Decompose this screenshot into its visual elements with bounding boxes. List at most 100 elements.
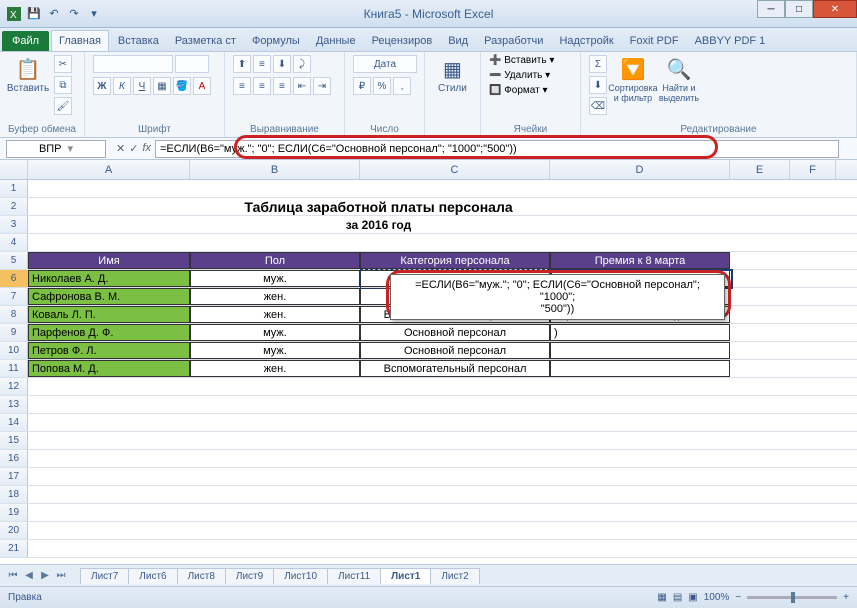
cell[interactable] [550, 432, 730, 449]
cell[interactable] [730, 414, 790, 431]
zoom-in-icon[interactable]: + [843, 592, 849, 603]
ribbon-tab[interactable]: Вставка [111, 31, 166, 51]
cell[interactable] [790, 324, 836, 341]
align-left-icon[interactable]: ≡ [233, 77, 251, 95]
row-header[interactable]: 17 [0, 468, 28, 485]
sheet-tab[interactable]: Лист10 [273, 568, 328, 584]
indent-dec-icon[interactable]: ⇤ [293, 77, 311, 95]
cell[interactable] [730, 288, 790, 305]
sort-filter-button[interactable]: 🔽Сортировка и фильтр [613, 55, 653, 103]
cell[interactable] [28, 522, 190, 539]
zoom-level[interactable]: 100% [704, 592, 730, 603]
cell[interactable] [360, 234, 550, 251]
sheet-tab[interactable]: Лист2 [430, 568, 479, 584]
save-icon[interactable]: 💾 [26, 6, 42, 22]
cells-format[interactable]: 🔲 Формат ▾ [489, 85, 554, 96]
col-header[interactable]: E [730, 160, 790, 179]
cell[interactable] [730, 432, 790, 449]
spreadsheet-grid[interactable]: A B C D E F 12345ИмяПолКатегория персона… [0, 160, 857, 564]
cell[interactable] [550, 342, 730, 359]
ribbon-tab[interactable]: Foxit PDF [623, 31, 686, 51]
cell[interactable] [790, 180, 836, 197]
cell[interactable] [730, 216, 790, 233]
cell[interactable] [28, 396, 190, 413]
ribbon-tab[interactable]: ABBYY PDF 1 [688, 31, 773, 51]
cell[interactable] [550, 378, 730, 395]
table-header[interactable]: Премия к 8 марта [550, 252, 730, 269]
cell[interactable]: ) [550, 324, 730, 341]
view-break-icon[interactable]: ▣ [688, 592, 697, 603]
col-header[interactable]: C [360, 160, 550, 179]
align-top-icon[interactable]: ⬆ [233, 55, 251, 73]
cell[interactable] [730, 540, 790, 557]
cell[interactable] [550, 234, 730, 251]
cell[interactable] [730, 450, 790, 467]
cell[interactable] [790, 252, 836, 269]
name-box[interactable]: ВПР ▾ [6, 140, 106, 158]
font-color-icon[interactable]: A [193, 77, 211, 95]
number-format-select[interactable]: Дата [353, 55, 417, 73]
cell[interactable] [360, 414, 550, 431]
percent-icon[interactable]: % [373, 77, 391, 95]
cell[interactable] [190, 414, 360, 431]
cell[interactable] [28, 378, 190, 395]
cell[interactable] [790, 396, 836, 413]
cell[interactable] [730, 180, 790, 197]
row-header[interactable]: 12 [0, 378, 28, 395]
cell[interactable]: Сафронова В. М. [28, 288, 190, 305]
align-bot-icon[interactable]: ⬇ [273, 55, 291, 73]
cell[interactable] [790, 216, 836, 233]
align-mid-icon[interactable]: ≡ [253, 55, 271, 73]
cell[interactable] [550, 180, 730, 197]
row-header[interactable]: 3 [0, 216, 28, 233]
cell[interactable] [360, 450, 550, 467]
cell[interactable] [790, 360, 836, 377]
copy-icon[interactable]: ⧉ [54, 76, 72, 94]
cell[interactable] [550, 360, 730, 377]
cell[interactable] [730, 468, 790, 485]
cells-insert[interactable]: ➕ Вставить ▾ [489, 55, 554, 66]
ribbon-tab[interactable]: Вид [441, 31, 475, 51]
fill-icon[interactable]: 🪣 [173, 77, 191, 95]
sheet-nav-prev-icon[interactable]: ◀ [22, 570, 36, 581]
cell[interactable] [360, 378, 550, 395]
align-right-icon[interactable]: ≡ [273, 77, 291, 95]
autosum-icon[interactable]: Σ [589, 55, 607, 73]
cell[interactable] [360, 486, 550, 503]
cancel-formula-icon[interactable]: ✕ [116, 142, 125, 155]
cell[interactable] [360, 396, 550, 413]
comma-icon[interactable]: , [393, 77, 411, 95]
clear-icon[interactable]: ⌫ [589, 97, 607, 115]
cell[interactable] [790, 522, 836, 539]
row-header[interactable]: 21 [0, 540, 28, 557]
cell[interactable] [790, 468, 836, 485]
align-center-icon[interactable]: ≡ [253, 77, 271, 95]
sheet-nav-first-icon[interactable]: ⏮ [6, 570, 20, 581]
cell[interactable]: Парфенов Д. Ф. [28, 324, 190, 341]
ribbon-tab[interactable]: Разметка ст [168, 31, 243, 51]
cell[interactable] [550, 468, 730, 485]
row-header[interactable]: 13 [0, 396, 28, 413]
cell[interactable] [190, 234, 360, 251]
ribbon-tab[interactable]: Рецензиров [365, 31, 440, 51]
row-header[interactable]: 6 [0, 270, 28, 287]
row-header[interactable]: 4 [0, 234, 28, 251]
cell[interactable] [28, 468, 190, 485]
row-header[interactable]: 10 [0, 342, 28, 359]
cell[interactable]: жен. [190, 288, 360, 305]
cell[interactable]: муж. [190, 342, 360, 359]
col-header[interactable]: F [790, 160, 836, 179]
cell[interactable] [730, 252, 790, 269]
currency-icon[interactable]: ₽ [353, 77, 371, 95]
paste-button[interactable]: 📋 Вставить [8, 55, 48, 94]
undo-icon[interactable]: ↶ [46, 6, 62, 22]
cell[interactable] [28, 540, 190, 557]
row-header[interactable]: 1 [0, 180, 28, 197]
styles-button[interactable]: ▦Стили [433, 55, 472, 94]
cell[interactable] [790, 198, 836, 215]
cell[interactable] [730, 486, 790, 503]
cell[interactable] [730, 324, 790, 341]
sheet-nav-last-icon[interactable]: ⏭ [54, 570, 68, 581]
fill-down-icon[interactable]: ⬇ [589, 76, 607, 94]
row-header[interactable]: 14 [0, 414, 28, 431]
